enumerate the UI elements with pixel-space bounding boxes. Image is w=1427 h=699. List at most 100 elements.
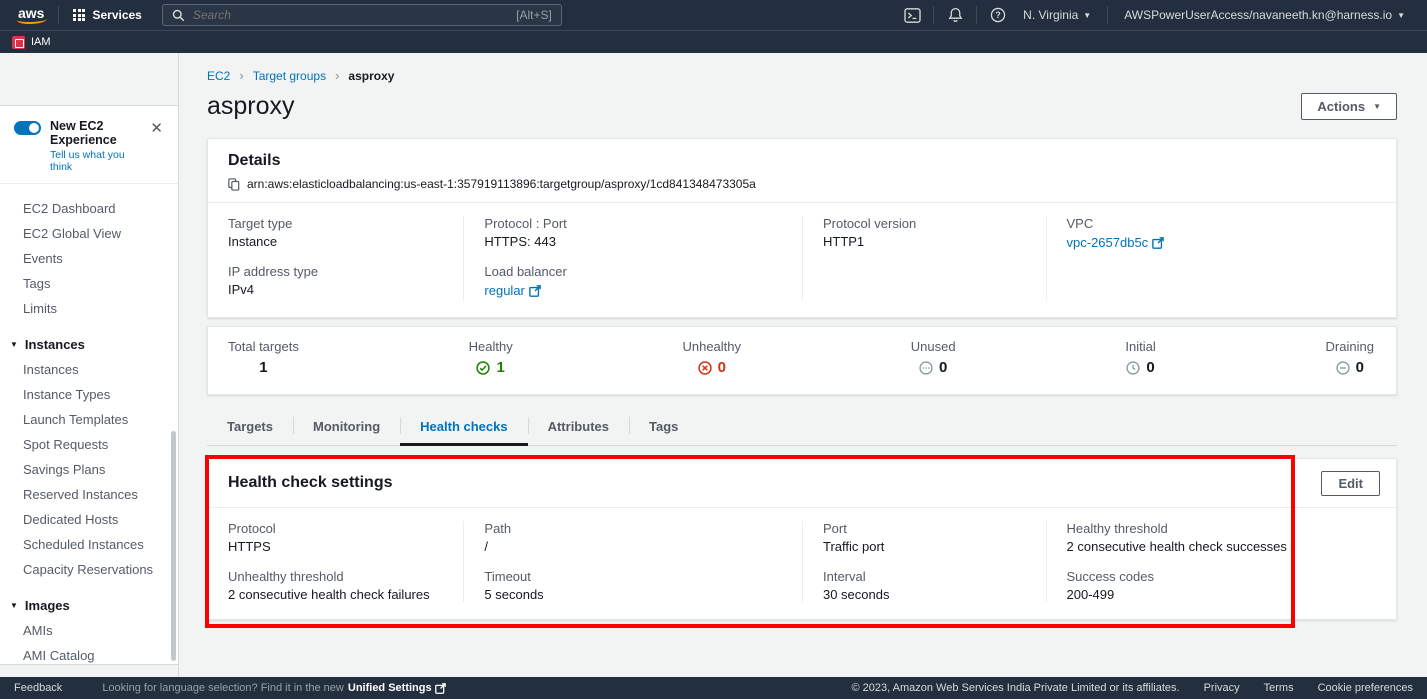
- divider: [933, 6, 934, 24]
- services-grid-icon: [73, 9, 85, 21]
- health-check-settings-title: Health check settings: [228, 474, 393, 492]
- search-box[interactable]: [Alt+S]: [162, 4, 562, 26]
- tell-us-link[interactable]: Tell us what you think: [50, 149, 147, 173]
- aws-logo[interactable]: aws: [10, 5, 52, 25]
- search-icon: [172, 9, 185, 22]
- breadcrumb-ec2[interactable]: EC2: [207, 69, 230, 83]
- unified-settings-link[interactable]: Unified Settings: [348, 682, 446, 694]
- hc-protocol-label: Protocol: [228, 521, 445, 536]
- sidebar-item-events[interactable]: Events: [0, 246, 178, 271]
- help-icon[interactable]: ?: [983, 4, 1013, 26]
- sidebar-item-capacity-reservations[interactable]: Capacity Reservations: [0, 557, 178, 582]
- hc-interval-value: 30 seconds: [823, 587, 1028, 602]
- page-title: asproxy: [207, 92, 295, 121]
- ip-address-type-label: IP address type: [228, 264, 445, 279]
- details-title: Details: [228, 152, 1376, 170]
- initial-count: Initial 0: [1125, 339, 1155, 380]
- close-icon[interactable]: ✕: [147, 119, 166, 137]
- tab-health-checks[interactable]: Health checks: [400, 410, 527, 445]
- favorites-bar: IAM: [0, 30, 1427, 53]
- load-balancer-link[interactable]: regular: [484, 283, 540, 298]
- sidebar-item-scheduled-instances[interactable]: Scheduled Instances: [0, 532, 178, 557]
- hc-interval-label: Interval: [823, 569, 1028, 584]
- sidebar-item-amis[interactable]: AMIs: [0, 618, 178, 643]
- sidebar-nav: EC2 Dashboard EC2 Global View Events Tag…: [0, 184, 178, 665]
- breadcrumb-separator-icon: ›: [239, 68, 243, 83]
- new-experience-toggle[interactable]: [14, 121, 41, 135]
- sidebar-panel: New EC2 Experience Tell us what you thin…: [0, 105, 178, 665]
- cloudshell-icon[interactable]: [897, 4, 927, 26]
- total-targets: Total targets 1: [228, 339, 299, 380]
- sidebar-section-images[interactable]: ▼ Images: [0, 593, 178, 618]
- initial-clock-icon: [1126, 361, 1140, 375]
- account-menu[interactable]: AWSPowerUserAccess/navaneeth.kn@harness.…: [1114, 8, 1415, 22]
- unhealthy-x-icon: [698, 361, 712, 375]
- chevron-down-icon: ▼: [1397, 11, 1405, 20]
- breadcrumb-target-groups[interactable]: Target groups: [253, 69, 326, 83]
- target-type-value: Instance: [228, 234, 445, 249]
- sidebar-item-instance-types[interactable]: Instance Types: [0, 382, 178, 407]
- search-input[interactable]: [193, 8, 516, 22]
- sidebar-item-launch-templates[interactable]: Launch Templates: [0, 407, 178, 432]
- actions-button[interactable]: Actions ▼: [1301, 93, 1397, 120]
- ip-address-type-value: IPv4: [228, 282, 445, 297]
- sidebar-item-savings-plans[interactable]: Savings Plans: [0, 457, 178, 482]
- healthy-count: Healthy 1: [469, 339, 513, 380]
- sidebar-item-tags[interactable]: Tags: [0, 271, 178, 296]
- terms-link[interactable]: Terms: [1264, 682, 1294, 694]
- external-link-icon: [1152, 237, 1164, 249]
- vpc-link[interactable]: vpc-2657db5c: [1067, 235, 1165, 250]
- hc-path-value: /: [484, 539, 784, 554]
- divider: [58, 6, 59, 24]
- cookie-preferences-link[interactable]: Cookie preferences: [1318, 682, 1413, 694]
- iam-service-icon: [12, 36, 25, 49]
- sidebar-item-spot-requests[interactable]: Spot Requests: [0, 432, 178, 457]
- feedback-link[interactable]: Feedback: [14, 682, 62, 694]
- sidebar-scrollbar[interactable]: [171, 431, 176, 661]
- region-selector[interactable]: N. Virginia ▼: [1013, 8, 1101, 22]
- vpc-label: VPC: [1067, 216, 1378, 231]
- external-link-icon: [529, 285, 541, 297]
- sidebar-item-reserved-instances[interactable]: Reserved Instances: [0, 482, 178, 507]
- iam-shortcut[interactable]: IAM: [12, 36, 51, 49]
- sidebar-item-ami-catalog[interactable]: AMI Catalog: [0, 643, 178, 665]
- sidebar-section-instances[interactable]: ▼ Instances: [0, 332, 178, 357]
- chevron-down-icon: ▼: [1373, 102, 1381, 111]
- chevron-down-icon: ▼: [1083, 11, 1091, 20]
- hc-timeout-value: 5 seconds: [484, 587, 784, 602]
- copy-icon[interactable]: [228, 178, 240, 191]
- sidebar-item-dedicated-hosts[interactable]: Dedicated Hosts: [0, 507, 178, 532]
- targets-summary-card: Total targets 1 Healthy 1 Unhealthy 0 Un…: [207, 326, 1397, 395]
- svg-text:?: ?: [995, 10, 1000, 20]
- protocol-port-value: HTTPS: 443: [484, 234, 784, 249]
- sidebar-item-ec2-global-view[interactable]: EC2 Global View: [0, 221, 178, 246]
- target-group-arn: arn:aws:elasticloadbalancing:us-east-1:3…: [247, 177, 756, 191]
- draining-minus-icon: [1336, 361, 1350, 375]
- edit-button[interactable]: Edit: [1321, 471, 1380, 496]
- divider: [1107, 6, 1108, 24]
- services-menu[interactable]: Services: [65, 8, 149, 22]
- sidebar-item-ec2-dashboard[interactable]: EC2 Dashboard: [0, 196, 178, 221]
- sidebar-item-limits[interactable]: Limits: [0, 296, 178, 321]
- hc-protocol-value: HTTPS: [228, 539, 445, 554]
- privacy-link[interactable]: Privacy: [1204, 682, 1240, 694]
- breadcrumb: EC2 › Target groups › asproxy: [207, 68, 1397, 83]
- account-label: AWSPowerUserAccess/navaneeth.kn@harness.…: [1124, 8, 1392, 22]
- hc-path-label: Path: [484, 521, 784, 536]
- new-experience-banner: New EC2 Experience Tell us what you thin…: [0, 106, 178, 184]
- search-shortcut: [Alt+S]: [516, 8, 552, 22]
- sidebar-item-instances[interactable]: Instances: [0, 357, 178, 382]
- sidebar: New EC2 Experience Tell us what you thin…: [0, 53, 179, 677]
- tab-bar: Targets Monitoring Health checks Attribu…: [207, 410, 1397, 446]
- unhealthy-count: Unhealthy 0: [682, 339, 741, 380]
- hc-healthy-threshold-label: Healthy threshold: [1067, 521, 1378, 536]
- region-label: N. Virginia: [1023, 8, 1078, 22]
- notifications-bell-icon[interactable]: [940, 4, 970, 26]
- main-content: EC2 › Target groups › asproxy asproxy Ac…: [179, 53, 1427, 677]
- hc-unhealthy-threshold-value: 2 consecutive health check failures: [228, 587, 445, 602]
- hc-timeout-label: Timeout: [484, 569, 784, 584]
- tab-tags[interactable]: Tags: [629, 410, 698, 445]
- tab-monitoring[interactable]: Monitoring: [293, 410, 400, 445]
- tab-attributes[interactable]: Attributes: [528, 410, 629, 445]
- tab-targets[interactable]: Targets: [207, 410, 293, 445]
